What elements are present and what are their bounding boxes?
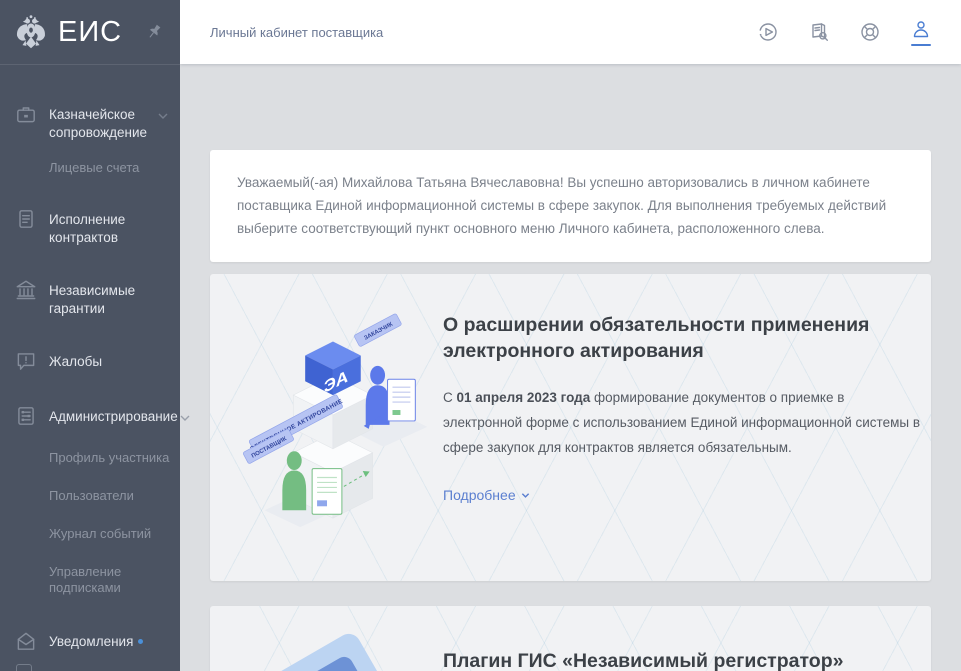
document-icon <box>14 207 38 231</box>
notification-dot-badge <box>138 639 143 644</box>
sidebar-item-label: Администрирование <box>49 405 178 426</box>
sidebar-item-label: Исполнение контрактов <box>49 208 170 247</box>
lifebuoy-help-icon[interactable] <box>858 17 882 47</box>
sidebar-item-subscription-management[interactable]: Управление подписками <box>0 564 180 596</box>
topbar-actions <box>756 17 933 47</box>
topbar: Личный кабинет поставщика <box>180 0 961 64</box>
brand-title: ЕИС <box>58 16 142 49</box>
sidebar-item-notifications[interactable]: Уведомления <box>0 630 180 653</box>
sidebar-item-personal-accounts[interactable]: Лицевые счета <box>0 160 180 176</box>
registrator-plugin-illustration <box>228 616 428 671</box>
open-envelope-icon <box>14 629 38 653</box>
sidebar-item-treasury-support[interactable]: Казначейское сопровождение <box>0 103 180 142</box>
play-circle-icon[interactable] <box>756 17 780 47</box>
sidebar-item-contract-execution[interactable]: Исполнение контрактов <box>0 208 180 247</box>
main-area: Личный кабинет поставщика <box>180 0 961 671</box>
partial-next-icon <box>16 664 32 671</box>
sidebar: ЕИС Казначейское сопровождение <box>0 0 180 671</box>
chevron-down-icon <box>178 411 192 425</box>
welcome-card: Уважаемый(-ая) Михайлова Татьяна Вячесла… <box>210 150 931 262</box>
bank-icon <box>14 278 38 302</box>
sidebar-item-complaints[interactable]: Жалобы <box>0 350 180 373</box>
news-card-independent-registrator: Плагин ГИС «Независимый регистратор» <box>210 606 931 671</box>
sidebar-item-administration[interactable]: Администрирование <box>0 405 180 428</box>
sidebar-item-label: Казначейское сопровождение <box>49 103 156 142</box>
active-indicator <box>911 44 931 46</box>
user-profile-icon[interactable] <box>909 17 933 47</box>
news-body: С 01 апреля 2023 года формирование докум… <box>443 386 921 461</box>
chevron-down-icon <box>521 492 530 499</box>
pushpin-icon[interactable] <box>142 20 166 44</box>
news-text-block: О расширении обязательности применения э… <box>443 312 921 581</box>
admin-list-icon <box>14 404 38 428</box>
logo-row: ЕИС <box>0 0 180 65</box>
complaint-bubble-icon <box>14 349 38 373</box>
sidebar-item-label: Независимые гарантии <box>49 279 170 318</box>
news-date-bold: 01 апреля 2023 года <box>457 390 591 405</box>
more-link[interactable]: Подробнее <box>443 487 530 503</box>
welcome-message: Уважаемый(-ая) Михайлова Татьяна Вячесла… <box>237 171 904 241</box>
briefcase-icon <box>14 102 38 126</box>
news-card-electronic-acting: ЭА ЭЛЕКТРОННОЕ АКТИРОВАНИЕ ЗАКАЗЧИК <box>210 274 931 581</box>
sidebar-item-participant-profile[interactable]: Профиль участника <box>0 450 180 466</box>
sidebar-item-users[interactable]: Пользователи <box>0 488 180 504</box>
page-title: Личный кабинет поставщика <box>210 25 756 40</box>
news-title: Плагин ГИС «Независимый регистратор» <box>443 648 921 671</box>
chevron-down-icon <box>156 109 170 123</box>
app-window: ЕИС Казначейское сопровождение <box>0 0 961 671</box>
electronic-acting-illustration: ЭА ЭЛЕКТРОННОЕ АКТИРОВАНИЕ ЗАКАЗЧИК <box>228 284 428 581</box>
sidebar-menu: Казначейское сопровождение Лицевые счета… <box>0 65 180 653</box>
book-search-icon[interactable] <box>807 17 831 47</box>
news-title: О расширении обязательности применения э… <box>443 312 921 365</box>
sidebar-item-independent-guarantees[interactable]: Независимые гарантии <box>0 279 180 318</box>
sidebar-item-event-log[interactable]: Журнал событий <box>0 526 180 542</box>
sidebar-item-label: Жалобы <box>49 350 170 371</box>
sidebar-item-label: Уведомления <box>49 630 170 651</box>
content-area: Уважаемый(-ая) Михайлова Татьяна Вячесла… <box>180 64 961 671</box>
news-text-block: Плагин ГИС «Независимый регистратор» <box>443 648 921 671</box>
coat-of-arms-eagle-icon <box>14 13 48 51</box>
